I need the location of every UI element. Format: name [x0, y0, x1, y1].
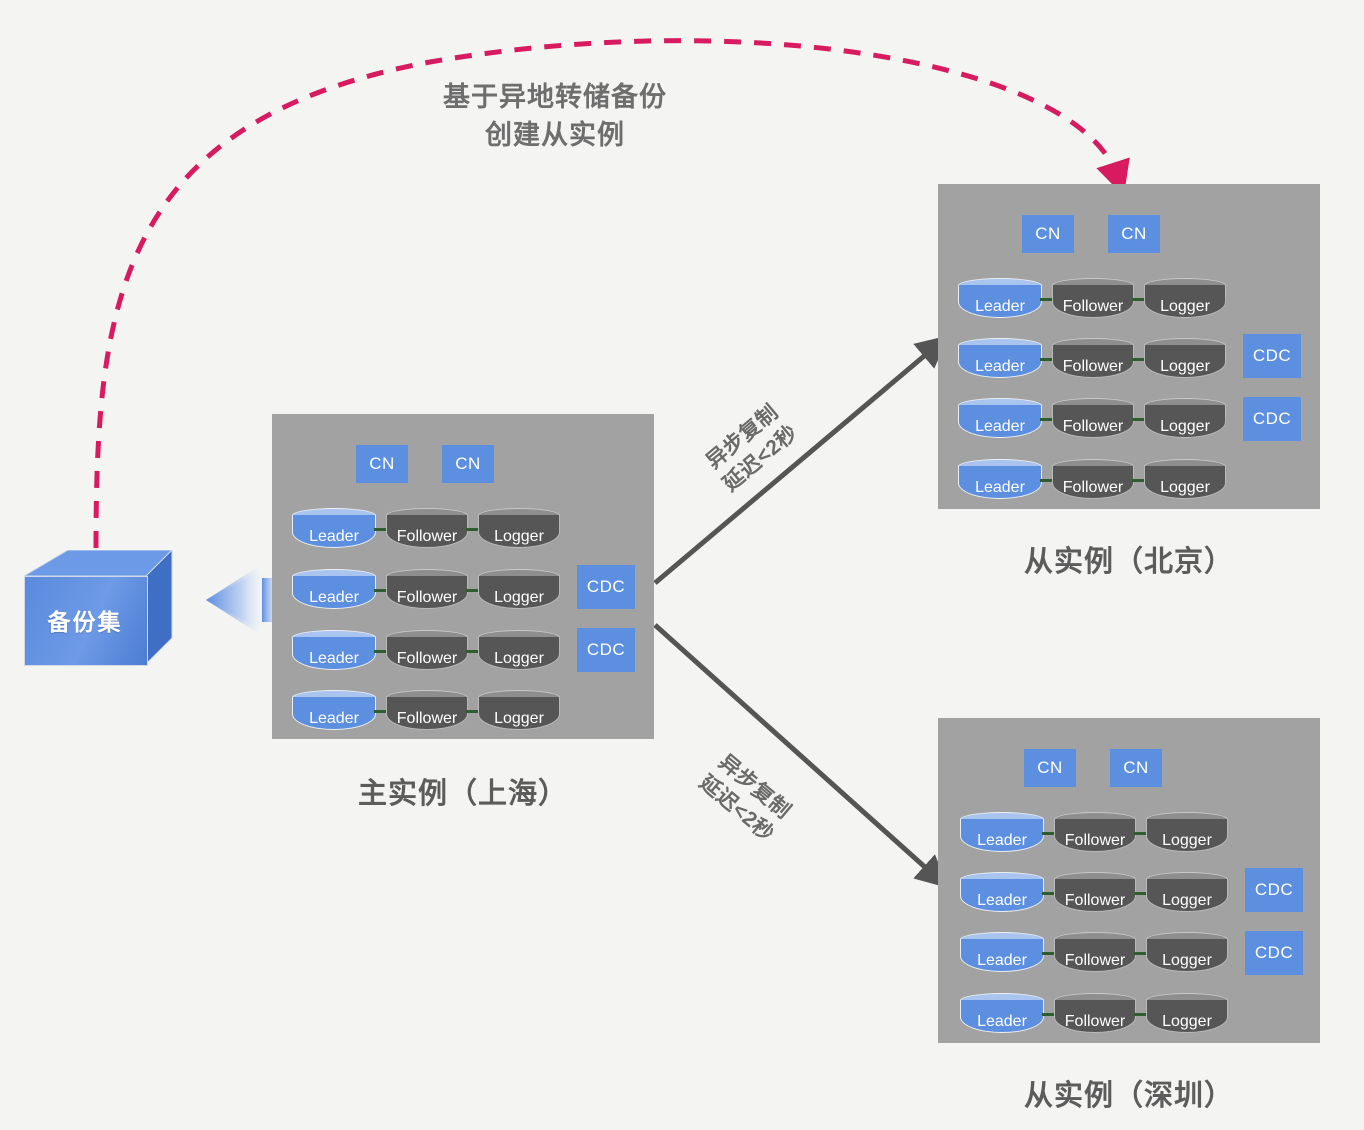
node-label: Leader [975, 298, 1025, 315]
node-label: Follower [1062, 418, 1124, 435]
leader-node[interactable]: Leader [958, 398, 1042, 438]
node-label: Logger [1160, 479, 1210, 496]
cdc-node[interactable]: CDC [577, 565, 635, 609]
logger-node[interactable]: Logger [1144, 338, 1226, 378]
node-label: Follower [1064, 832, 1126, 849]
cn-node[interactable]: CN [442, 445, 494, 483]
cdc-node[interactable]: CDC [577, 628, 635, 672]
leader-node[interactable]: Leader [292, 690, 376, 730]
follower-node[interactable]: Follower [1052, 278, 1134, 318]
cn-node[interactable]: CN [1022, 215, 1074, 253]
node-label: Leader [309, 710, 359, 727]
node-label: Logger [1162, 892, 1212, 909]
logger-node[interactable]: Logger [1146, 812, 1228, 852]
node-label: Leader [975, 479, 1025, 496]
logger-node[interactable]: Logger [1144, 278, 1226, 318]
follower-node[interactable]: Follower [386, 508, 468, 548]
node-label: Follower [396, 528, 458, 545]
node-label: Logger [1162, 1013, 1212, 1030]
node-label: Follower [396, 710, 458, 727]
node-label: Follower [1064, 952, 1126, 969]
diagram-canvas: 基于异地转储备份 创建从实例 备份集 CN CN Leader Follower… [0, 0, 1364, 1130]
node-label: Logger [494, 528, 544, 545]
node-label: Logger [1160, 418, 1210, 435]
node-label: Leader [975, 358, 1025, 375]
leader-node[interactable]: Leader [958, 278, 1042, 318]
node-label: Follower [1062, 298, 1124, 315]
node-label: Follower [1064, 1013, 1126, 1030]
node-label: Leader [309, 528, 359, 545]
logger-node[interactable]: Logger [478, 508, 560, 548]
follower-node[interactable]: Follower [1052, 398, 1134, 438]
backup-set-cube: 备份集 [24, 550, 174, 666]
replication-label-beijing: 异步复制 延迟<2秒 [702, 400, 803, 497]
cn-node[interactable]: CN [1108, 215, 1160, 253]
leader-node[interactable]: Leader [292, 508, 376, 548]
node-label: Leader [977, 1013, 1027, 1030]
node-label: Logger [494, 710, 544, 727]
instance-caption-replica-shenzhen: 从实例（深圳） [1023, 1080, 1234, 1112]
logger-node[interactable]: Logger [1146, 872, 1228, 912]
follower-node[interactable]: Follower [386, 569, 468, 609]
logger-node[interactable]: Logger [478, 630, 560, 670]
logger-node[interactable]: Logger [478, 690, 560, 730]
node-label: Logger [1160, 298, 1210, 315]
cdc-node[interactable]: CDC [1243, 334, 1301, 378]
node-label: Follower [1062, 479, 1124, 496]
replication-label-shenzhen: 异步复制 延迟<2秒 [694, 750, 795, 847]
follower-node[interactable]: Follower [1054, 812, 1136, 852]
cdc-node[interactable]: CDC [1245, 868, 1303, 912]
node-label: Leader [975, 418, 1025, 435]
instance-caption-replica-beijing: 从实例（北京） [1023, 546, 1234, 578]
cn-node[interactable]: CN [356, 445, 408, 483]
logger-node[interactable]: Logger [1144, 459, 1226, 499]
follower-node[interactable]: Follower [1054, 993, 1136, 1033]
leader-node[interactable]: Leader [960, 812, 1044, 852]
node-label: Logger [1160, 358, 1210, 375]
backup-set-label: 备份集 [47, 609, 123, 635]
follower-node[interactable]: Follower [1054, 932, 1136, 972]
logger-node[interactable]: Logger [1144, 398, 1226, 438]
page-title: 基于异地转储备份 创建从实例 [443, 82, 667, 151]
logger-node[interactable]: Logger [1146, 932, 1228, 972]
cdc-node[interactable]: CDC [1243, 397, 1301, 441]
logger-node[interactable]: Logger [1146, 993, 1228, 1033]
node-label: Follower [396, 589, 458, 606]
follower-node[interactable]: Follower [1052, 459, 1134, 499]
node-label: Leader [977, 952, 1027, 969]
leader-node[interactable]: Leader [958, 459, 1042, 499]
leader-node[interactable]: Leader [960, 932, 1044, 972]
follower-node[interactable]: Follower [386, 630, 468, 670]
leader-node[interactable]: Leader [960, 872, 1044, 912]
node-label: Leader [977, 832, 1027, 849]
node-label: Leader [309, 589, 359, 606]
node-label: Logger [1162, 952, 1212, 969]
cdc-node[interactable]: CDC [1245, 931, 1303, 975]
leader-node[interactable]: Leader [292, 630, 376, 670]
leader-node[interactable]: Leader [958, 338, 1042, 378]
node-label: Follower [1062, 358, 1124, 375]
follower-node[interactable]: Follower [1052, 338, 1134, 378]
node-label: Logger [494, 589, 544, 606]
logger-node[interactable]: Logger [478, 569, 560, 609]
leader-node[interactable]: Leader [292, 569, 376, 609]
node-label: Follower [396, 650, 458, 667]
follower-node[interactable]: Follower [386, 690, 468, 730]
backup-ingest-arrow [206, 566, 268, 634]
backup-ingest-arrow-shape [206, 566, 268, 634]
instance-caption-primary-shanghai: 主实例（上海） [357, 778, 568, 810]
node-label: Leader [309, 650, 359, 667]
cn-node[interactable]: CN [1024, 749, 1076, 787]
cn-node[interactable]: CN [1110, 749, 1162, 787]
node-label: Leader [977, 892, 1027, 909]
leader-node[interactable]: Leader [960, 993, 1044, 1033]
node-label: Logger [1162, 832, 1212, 849]
node-label: Follower [1064, 892, 1126, 909]
follower-node[interactable]: Follower [1054, 872, 1136, 912]
node-label: Logger [494, 650, 544, 667]
